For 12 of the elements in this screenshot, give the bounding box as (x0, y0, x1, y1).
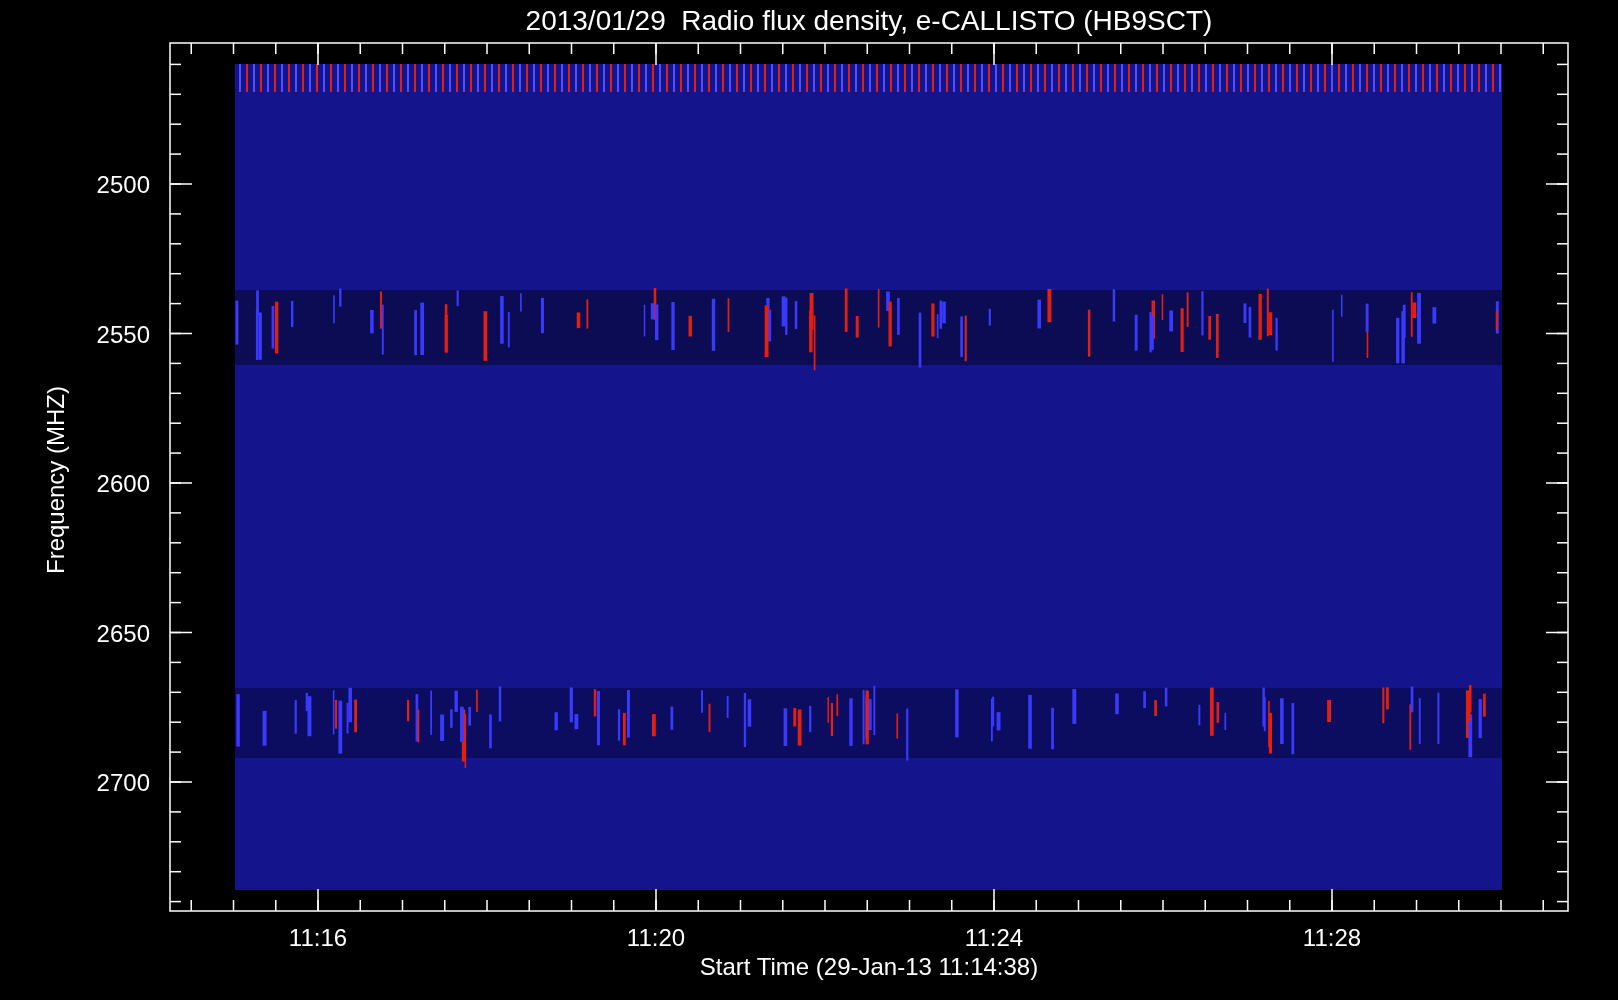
x-tick-label: 11:20 (626, 924, 686, 951)
x-tick-label: 11:16 (288, 924, 348, 951)
x-axis-label: Start Time (29-Jan-13 11:14:38) (699, 953, 1039, 980)
y-tick-label: 2600 (96, 470, 150, 497)
y-axis-label: Frequency (MHZ) (42, 386, 69, 574)
y-tick-label: 2500 (96, 171, 150, 198)
x-tick-label: 11:28 (1302, 924, 1362, 951)
x-tick-label: 11:24 (964, 924, 1024, 951)
chart-title: 2013/01/29 Radio flux density, e-CALLISTO (HB9SCT) (525, 5, 1213, 36)
y-tick-label: 2700 (96, 769, 150, 796)
y-tick-label: 2650 (96, 619, 150, 647)
y-tick-label: 2550 (96, 320, 150, 348)
